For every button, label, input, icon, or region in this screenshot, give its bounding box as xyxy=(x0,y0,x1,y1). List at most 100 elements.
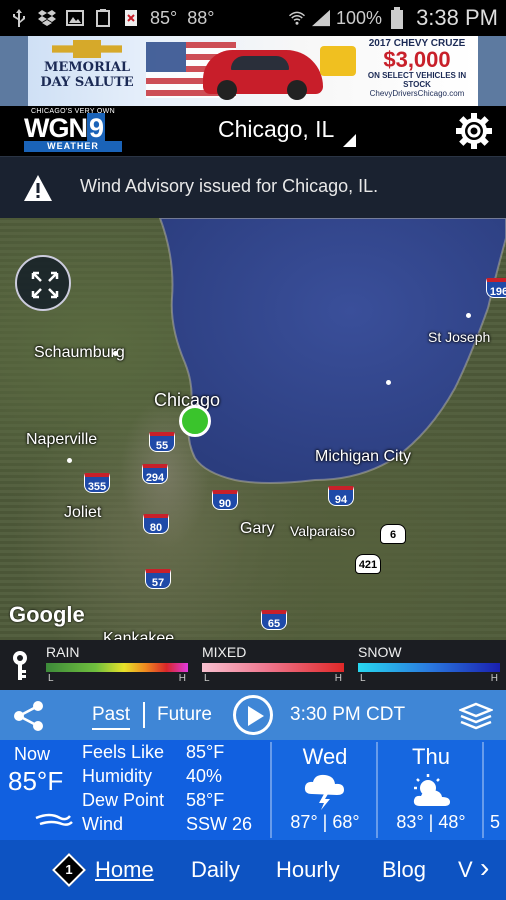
wifi-icon xyxy=(288,9,306,27)
highway-shield-i65: 65 xyxy=(261,610,287,630)
dropbox-icon xyxy=(38,9,56,27)
radar-controls: Past Future 3:30 PM CDT xyxy=(0,690,506,740)
tab-future[interactable]: Future xyxy=(157,704,212,726)
dropdown-caret-icon[interactable] xyxy=(343,134,356,147)
chevron-right-icon[interactable]: › xyxy=(480,852,489,884)
location-selector[interactable]: Chicago, IL xyxy=(218,116,334,143)
location-pin[interactable] xyxy=(179,405,211,437)
logo-wordmark: WGN9 xyxy=(24,113,122,143)
legend-rain-scale: LH xyxy=(46,673,188,684)
map-label-valparaiso: Valparaiso xyxy=(290,523,356,539)
share-icon[interactable] xyxy=(12,699,46,733)
partly-cloudy-icon xyxy=(406,772,456,810)
thunderstorm-icon xyxy=(300,772,350,810)
forecast-low: 68° xyxy=(332,812,360,832)
legend-mixed-label: MIXED xyxy=(202,644,247,660)
highway-shield-us421: 421 xyxy=(355,554,381,574)
forecast-temps: 87° | 68° xyxy=(290,812,360,832)
highway-shield-i80: 80 xyxy=(143,514,169,534)
legend-low: L xyxy=(204,673,210,684)
forecast-divider xyxy=(482,742,484,838)
ad-banner[interactable]: MEMORIAL DAY SALUTE 2017 CHEVY CRUZE $3,… xyxy=(0,36,506,106)
map-label-joliet: Joliet xyxy=(64,504,102,521)
map-label-schaumburg: Schaumburg xyxy=(34,344,125,361)
city-dot xyxy=(113,351,118,356)
legend-snow-label: SNOW xyxy=(358,644,402,660)
highway-shield-i55: 55 xyxy=(149,432,175,452)
highway-shield-i57: 57 xyxy=(145,569,171,589)
signal-icon xyxy=(312,9,331,27)
fullscreen-button[interactable] xyxy=(15,255,71,311)
play-button[interactable] xyxy=(233,695,273,735)
highway-shield-i355: 355 xyxy=(84,473,110,493)
google-logo: Google xyxy=(9,602,85,627)
forecast-day-partial[interactable]: 5 xyxy=(490,740,506,840)
forecast-day-name: Wed xyxy=(302,744,348,769)
legend-rain-label: RAIN xyxy=(46,644,80,660)
map-label-michigan-city: Michigan City xyxy=(315,448,412,465)
legend-mixed-bar xyxy=(202,663,344,672)
legend-low: L xyxy=(360,673,366,684)
nav-hourly[interactable]: Hourly xyxy=(276,857,340,883)
highway-shield-i196: 196 xyxy=(486,278,506,298)
city-dot xyxy=(67,458,72,463)
legend-mixed: MIXED LH xyxy=(202,644,344,688)
ad-headline-1: MEMORIAL xyxy=(43,60,131,75)
price-tag-image xyxy=(320,46,356,76)
nav-video-partial[interactable]: V xyxy=(458,857,473,883)
legend-mixed-scale: LH xyxy=(202,673,344,684)
chevrolet-logo xyxy=(52,40,122,58)
tab-past[interactable]: Past xyxy=(92,704,131,730)
expand-icon xyxy=(31,271,59,299)
legend-high: H xyxy=(490,673,498,684)
legend-rain: RAIN LH xyxy=(46,644,188,688)
nav-daily[interactable]: Daily xyxy=(191,857,240,883)
legend-rain-bar xyxy=(46,663,188,672)
map-label-naperville: Naperville xyxy=(26,431,98,448)
ad-creative[interactable]: MEMORIAL DAY SALUTE 2017 CHEVY CRUZE $3,… xyxy=(28,36,478,106)
warning-icon xyxy=(23,174,53,202)
tab-divider xyxy=(143,702,145,728)
humidity-label: Humidity xyxy=(82,766,153,786)
battery-icon xyxy=(388,7,406,29)
status-bar: 85° 88° 100% 3:38 PM xyxy=(0,0,506,36)
battery-full-icon xyxy=(94,9,112,27)
feels-like-label: Feels Like xyxy=(82,742,165,762)
wind-value: SSW 26 xyxy=(186,814,253,834)
notification-count[interactable]: 1 xyxy=(57,858,81,882)
forecast-high: 87° xyxy=(290,812,318,832)
highway-shield-i294: 294 xyxy=(142,464,168,484)
legend-snow-scale: LH xyxy=(358,673,500,684)
status-temp-1: 85° xyxy=(150,7,178,28)
highway-shield-i90: 90 xyxy=(212,490,238,510)
layers-icon[interactable] xyxy=(457,702,495,730)
usb-icon xyxy=(10,9,28,27)
ad-price: $3,000 xyxy=(383,47,451,72)
forecast-day-thu[interactable]: Thu 83° | 48° xyxy=(376,740,486,840)
lake-michigan xyxy=(158,218,506,484)
feels-like-value: 85°F xyxy=(186,742,225,762)
forecast-partial: 5 xyxy=(490,812,501,832)
error-icon xyxy=(122,9,140,27)
status-temp-2: 88° xyxy=(187,7,215,28)
ad-headline-2: DAY SALUTE xyxy=(40,75,134,90)
clock: 3:38 PM xyxy=(416,5,498,30)
legend-snow-bar xyxy=(358,663,500,672)
gear-icon[interactable] xyxy=(456,113,492,149)
dew-point-value: 58°F xyxy=(186,790,225,810)
highway-shield-us6: 6 xyxy=(380,524,406,544)
nav-home[interactable]: Home xyxy=(95,857,154,883)
key-icon[interactable] xyxy=(10,650,30,682)
nav-blog[interactable]: Blog xyxy=(382,857,426,883)
ad-offer: 2017 CHEVY CRUZE $3,000 ON SELECT VEHICL… xyxy=(358,38,476,98)
current-now-panel[interactable]: Now 85°F Feels Like 85°F Humidity 40% De… xyxy=(0,740,270,840)
precip-legend: RAIN LH MIXED LH SNOW LH xyxy=(0,640,506,690)
weather-advisory[interactable]: Wind Advisory issued for Chicago, IL. xyxy=(0,156,506,218)
forecast-day-wed[interactable]: Wed 87° | 68° xyxy=(270,740,380,840)
bottom-nav: 1 Home Daily Hourly Blog V › xyxy=(0,840,506,900)
radar-map[interactable]: Schaumburg Chicago Naperville Joliet Gar… xyxy=(0,218,506,640)
forecast-low: 48° xyxy=(438,812,466,832)
current-conditions[interactable]: Now 85°F Feels Like 85°F Humidity 40% De… xyxy=(0,740,506,840)
advisory-text: Wind Advisory issued for Chicago, IL. xyxy=(80,176,379,196)
wind-icon xyxy=(34,810,76,830)
